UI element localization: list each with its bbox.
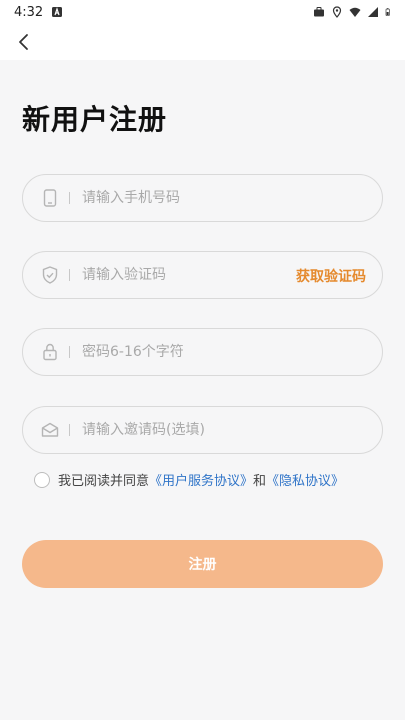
header (0, 24, 405, 60)
user-agreement-link[interactable]: 《用户服务协议》 (149, 470, 253, 489)
password-field[interactable] (22, 328, 383, 376)
agreement-row: 我已阅读并同意 《用户服务协议》 和 《隐私协议》 (34, 470, 344, 489)
shield-icon (41, 266, 59, 284)
chevron-left-icon (19, 34, 28, 50)
battery-icon (385, 8, 390, 16)
verification-code-field[interactable]: 获取验证码 (22, 251, 383, 299)
field-separator (69, 269, 70, 281)
location-icon (332, 6, 342, 18)
privacy-policy-link[interactable]: 《隐私协议》 (266, 470, 344, 489)
invite-code-input[interactable] (82, 407, 382, 453)
invite-code-field[interactable] (22, 406, 383, 454)
agreement-and: 和 (253, 474, 267, 489)
register-button[interactable]: 注册 (22, 540, 383, 588)
get-code-button[interactable]: 获取验证码 (296, 266, 366, 286)
status-time: 4:32 (14, 4, 44, 20)
phone-field[interactable] (22, 174, 383, 222)
agreement-checkbox[interactable] (34, 471, 50, 488)
back-button[interactable] (12, 30, 36, 54)
mail-icon (41, 421, 59, 439)
briefcase-icon (314, 7, 324, 17)
notification-a-icon (52, 7, 63, 17)
lock-icon (41, 343, 59, 361)
page-title: 新用户注册 (22, 103, 168, 136)
field-separator (69, 424, 70, 436)
field-separator (69, 346, 70, 358)
register-panel: 新用户注册 获取验证码 (0, 60, 405, 720)
phone-icon (41, 189, 59, 207)
agreement-prefix: 我已阅读并同意 (58, 474, 150, 489)
field-separator (69, 192, 70, 204)
status-bar: 4:32 (0, 0, 405, 24)
status-right (313, 6, 393, 18)
password-input[interactable] (82, 329, 382, 375)
wifi-icon (349, 7, 361, 17)
signal-icon (368, 7, 378, 17)
phone-input[interactable] (82, 175, 382, 221)
status-left: 4:32 (14, 5, 63, 20)
